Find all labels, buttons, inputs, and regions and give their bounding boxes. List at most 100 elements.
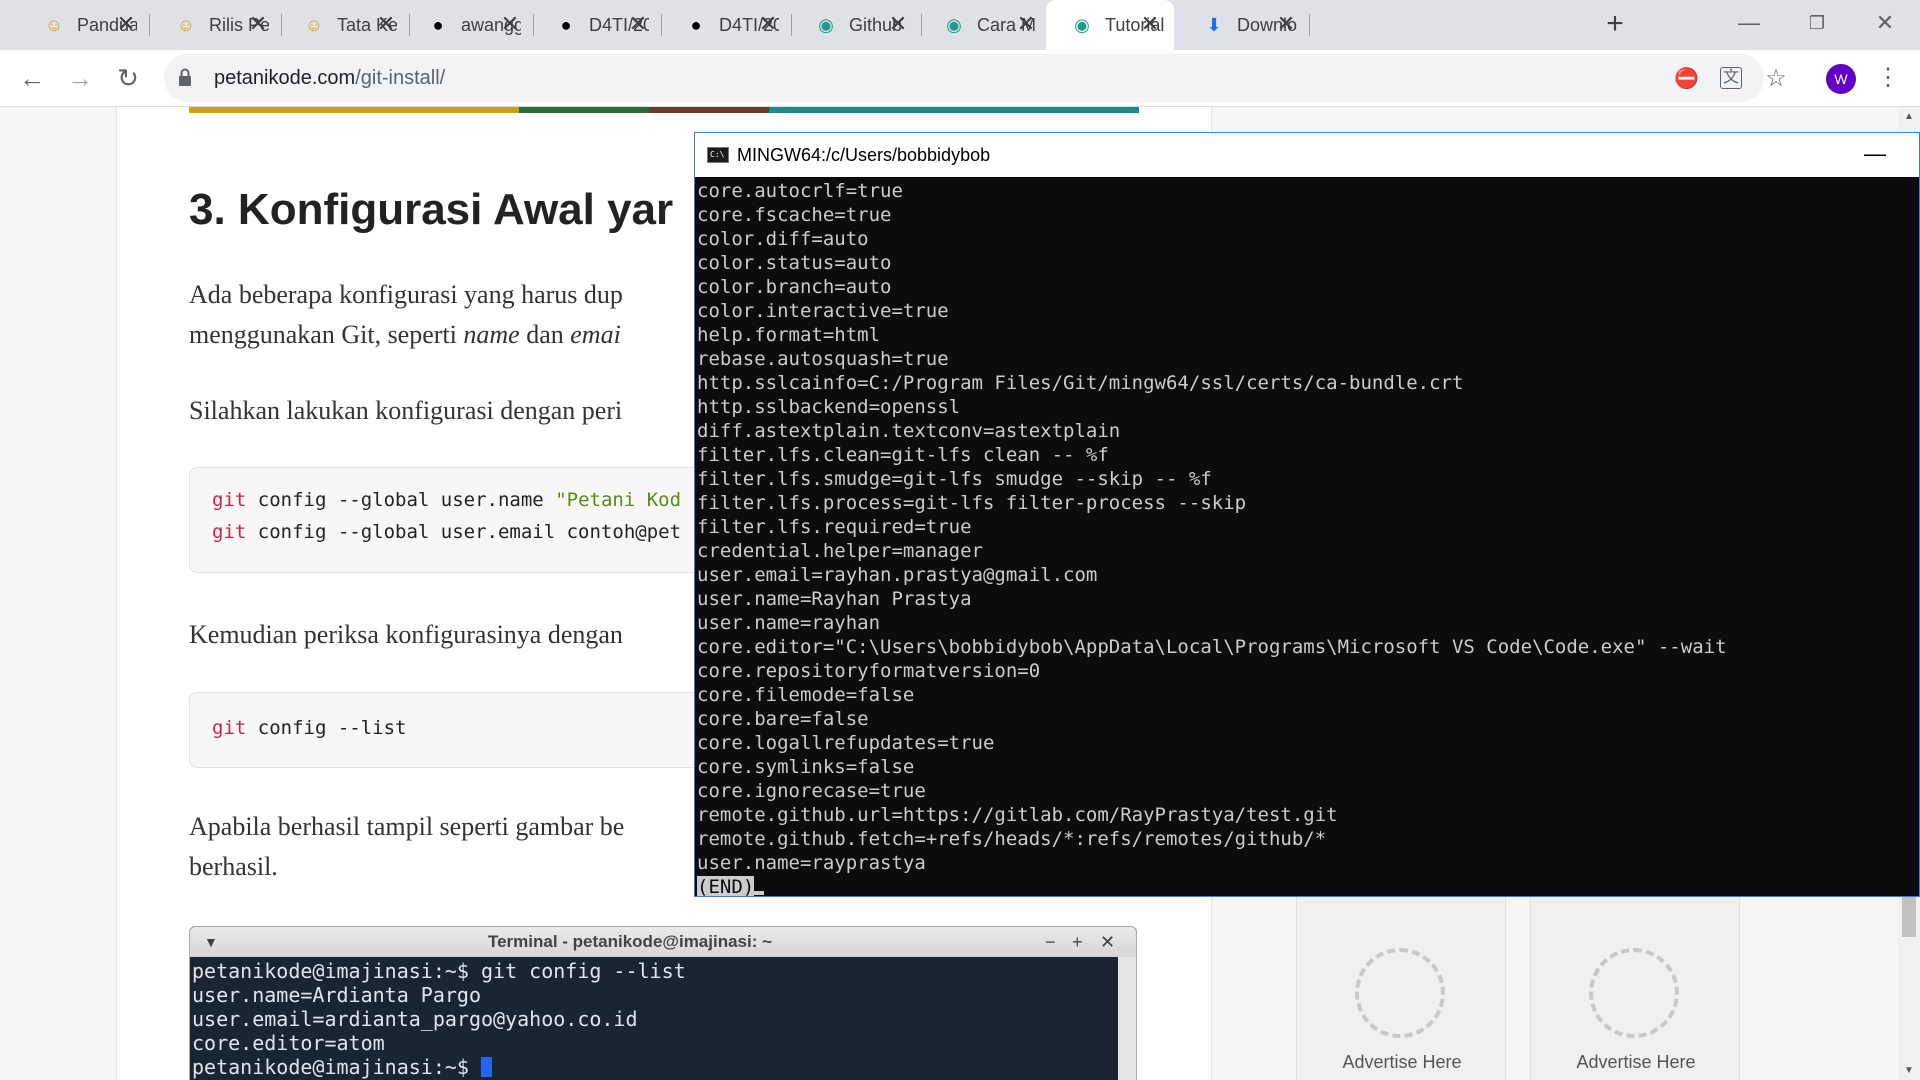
tab-favicon-icon: ●	[690, 15, 702, 35]
terminal-app-icon: C:\	[707, 147, 729, 163]
terminal-output-line: remote.github.fetch=+refs/heads/*:refs/r…	[697, 828, 1327, 850]
back-icon[interactable]: ←	[16, 62, 48, 94]
browser-tab[interactable]: ◉ Cara M ✕	[918, 0, 1050, 50]
terminal-output-line: core.filemode=false	[697, 684, 915, 706]
ad-placeholder-icon	[1589, 948, 1679, 1038]
paragraph-success-line2: berhasil.	[189, 852, 278, 881]
advertise-box[interactable]: Advertise Here	[1296, 887, 1506, 1080]
reload-icon[interactable]: ↻	[112, 62, 144, 94]
code-line: git config --list	[212, 717, 407, 739]
terminal-image-title: Terminal - petanikode@imajinasi: ~	[487, 932, 773, 951]
minimize-button[interactable]: —	[1855, 139, 1895, 169]
bookmark-star-icon[interactable]: ☆	[1764, 67, 1788, 91]
new-tab-button[interactable]: +	[1600, 9, 1630, 39]
terminal-image-line: core.editor=atom	[192, 1031, 385, 1055]
tab-close-icon[interactable]: ✕	[628, 12, 648, 36]
address-bar[interactable]: petanikode.com/git-install/ ⛔ 文 ☆	[164, 54, 1787, 102]
maximize-icon: +	[1072, 932, 1083, 952]
terminal-output-line: credential.helper=manager	[697, 540, 983, 562]
terminal-image-line: petanikode@imajinasi:~$ git config --lis…	[192, 959, 686, 983]
code-line: git config --global user.name "Petani Ko…	[212, 489, 682, 511]
blocked-content-icon[interactable]: ⛔	[1674, 67, 1699, 91]
terminal-output-line: filter.lfs.smudge=git-lfs smudge --skip …	[697, 468, 1212, 490]
restore-window-button[interactable]: ❐	[1794, 8, 1840, 38]
terminal-output-line: help.format=html	[697, 324, 881, 346]
terminal-output-line: filter.lfs.required=true	[697, 516, 972, 538]
paragraph-check-config: Kemudian periksa konfigurasinya dengan	[189, 620, 623, 649]
tab-favicon-icon: ◉	[1074, 15, 1090, 35]
code-line: git config --global user.email contoh@pe…	[212, 521, 682, 543]
tab-close-icon[interactable]: ✕	[1140, 12, 1160, 36]
pager-end-marker: (END)	[697, 876, 755, 897]
terminal-image-line: petanikode@imajinasi:~$	[192, 1055, 492, 1079]
scroll-down-icon[interactable]: ▼	[1904, 1065, 1914, 1076]
terminal-output-line: core.autocrlf=true	[697, 180, 903, 202]
terminal-output-line: core.symlinks=false	[697, 756, 915, 778]
browser-tab[interactable]: ◉ Tutorial ✕	[1046, 0, 1174, 50]
browser-tab[interactable]: ● awangg ✕	[402, 0, 534, 50]
terminal-output-line: filter.lfs.process=git-lfs filter-proces…	[697, 492, 1247, 514]
browser-tab[interactable]: ☺ Pandua ✕	[18, 0, 150, 50]
browser-tab[interactable]: ☺ Rilis Pe ✕	[150, 0, 282, 50]
forward-icon[interactable]: →	[64, 62, 96, 94]
tab-close-icon[interactable]: ✕	[1276, 12, 1296, 36]
tab-close-icon[interactable]: ✕	[1016, 12, 1036, 36]
paragraph-intro-line1: Ada beberapa konfigurasi yang harus dup	[189, 280, 623, 309]
tab-close-icon[interactable]: ✕	[116, 12, 136, 36]
tab-close-icon[interactable]: ✕	[248, 12, 268, 36]
tab-close-icon[interactable]: ✕	[500, 12, 520, 36]
url-text: petanikode.com/git-install/	[214, 67, 446, 89]
terminal-output-line: color.status=auto	[697, 252, 892, 274]
terminal-image-titlebar: ▼ Terminal - petanikode@imajinasi: ~ − +…	[190, 927, 1136, 957]
terminal-output-line: user.name=rayprastya	[697, 852, 926, 874]
terminal-output-line: core.repositoryformatversion=0	[697, 660, 1041, 682]
terminal-output-line: rebase.autosquash=true	[697, 348, 949, 370]
tab-close-icon[interactable]: ✕	[758, 12, 778, 36]
tab-favicon-icon: ●	[432, 15, 444, 35]
tab-favicon-icon: ●	[560, 15, 572, 35]
terminal-image-line: user.name=Ardianta Pargo	[192, 983, 481, 1007]
paragraph-config-instruction: Silahkan lakukan konfigurasi dengan peri	[189, 396, 623, 425]
tab-favicon-icon: ⬇	[1206, 15, 1222, 35]
browser-tab[interactable]: ◉ Github ✕	[790, 0, 922, 50]
lock-icon	[179, 68, 191, 86]
mingw-terminal-window[interactable]: C:\ MINGW64:/c/Users/bobbidybob — core.a…	[694, 132, 1920, 897]
ad-placeholder-icon	[1355, 948, 1445, 1038]
paragraph-intro-line2: menggunakan Git, seperti name dan emai	[189, 320, 621, 349]
terminal-output-line: core.fscache=true	[697, 204, 892, 226]
advertise-box[interactable]: Advertise Here	[1530, 887, 1740, 1080]
browser-tab[interactable]: ● D4TI/20 ✕	[530, 0, 662, 50]
scrollbar-thumb[interactable]	[1902, 897, 1916, 937]
terminal-output-line: filter.lfs.clean=git-lfs clean -- %f	[697, 444, 1109, 466]
tab-close-icon[interactable]: ✕	[888, 12, 908, 36]
tab-favicon-icon: ☺	[44, 15, 64, 35]
translate-icon[interactable]: 文	[1720, 67, 1742, 89]
advertise-label: Advertise Here	[1576, 1052, 1696, 1072]
tab-favicon-icon: ☺	[304, 15, 324, 35]
minimize-window-button[interactable]: —	[1726, 8, 1772, 38]
terminal-output-line: core.ignorecase=true	[697, 780, 926, 802]
terminal-output-line: color.branch=auto	[697, 276, 892, 298]
browser-tab[interactable]: ☺ Tata Kel ✕	[278, 0, 410, 50]
paragraph-success-line1: Apabila berhasil tampil seperti gambar b…	[189, 812, 625, 841]
profile-avatar[interactable]: W	[1826, 64, 1856, 94]
tab-favicon-icon: ◉	[946, 15, 962, 35]
close-window-button[interactable]: ✕	[1862, 8, 1908, 38]
menu-dots-icon[interactable]: ⋮	[1876, 62, 1900, 94]
advertise-label: Advertise Here	[1342, 1052, 1462, 1072]
scroll-up-icon[interactable]: ▲	[1904, 111, 1914, 122]
terminal-output-line: user.name=Rayhan Prastya	[697, 588, 972, 610]
tab-strip: ☺ Pandua ✕ ☺ Rilis Pe ✕ ☺ Tata Kel ✕ ● awangg ✕ ● D4T…	[0, 0, 1920, 50]
browser-tab[interactable]: ⬇ Downlo ✕	[1178, 0, 1310, 50]
tab-close-icon[interactable]: ✕	[376, 12, 396, 36]
minimize-icon: −	[1045, 932, 1056, 952]
terminal-titlebar[interactable]: C:\ MINGW64:/c/Users/bobbidybob —	[695, 133, 1919, 177]
browser-tab[interactable]: ● D4TI/20 ✕	[660, 0, 792, 50]
terminal-output-line: core.logallrefupdates=true	[697, 732, 995, 754]
terminal-output-line: user.name=rayhan	[697, 612, 881, 634]
browser-toolbar: ← → ↻ petanikode.com/git-install/ ⛔ 文 ☆ …	[0, 50, 1920, 107]
terminal-output-line: core.editor="C:\Users\bobbidybob\AppData…	[697, 636, 1727, 658]
terminal-output-line: user.email=rayhan.prastya@gmail.com	[697, 564, 1098, 586]
terminal-output-line: color.diff=auto	[697, 228, 869, 250]
terminal-output[interactable]: core.autocrlf=true core.fscache=true col…	[697, 179, 1727, 897]
